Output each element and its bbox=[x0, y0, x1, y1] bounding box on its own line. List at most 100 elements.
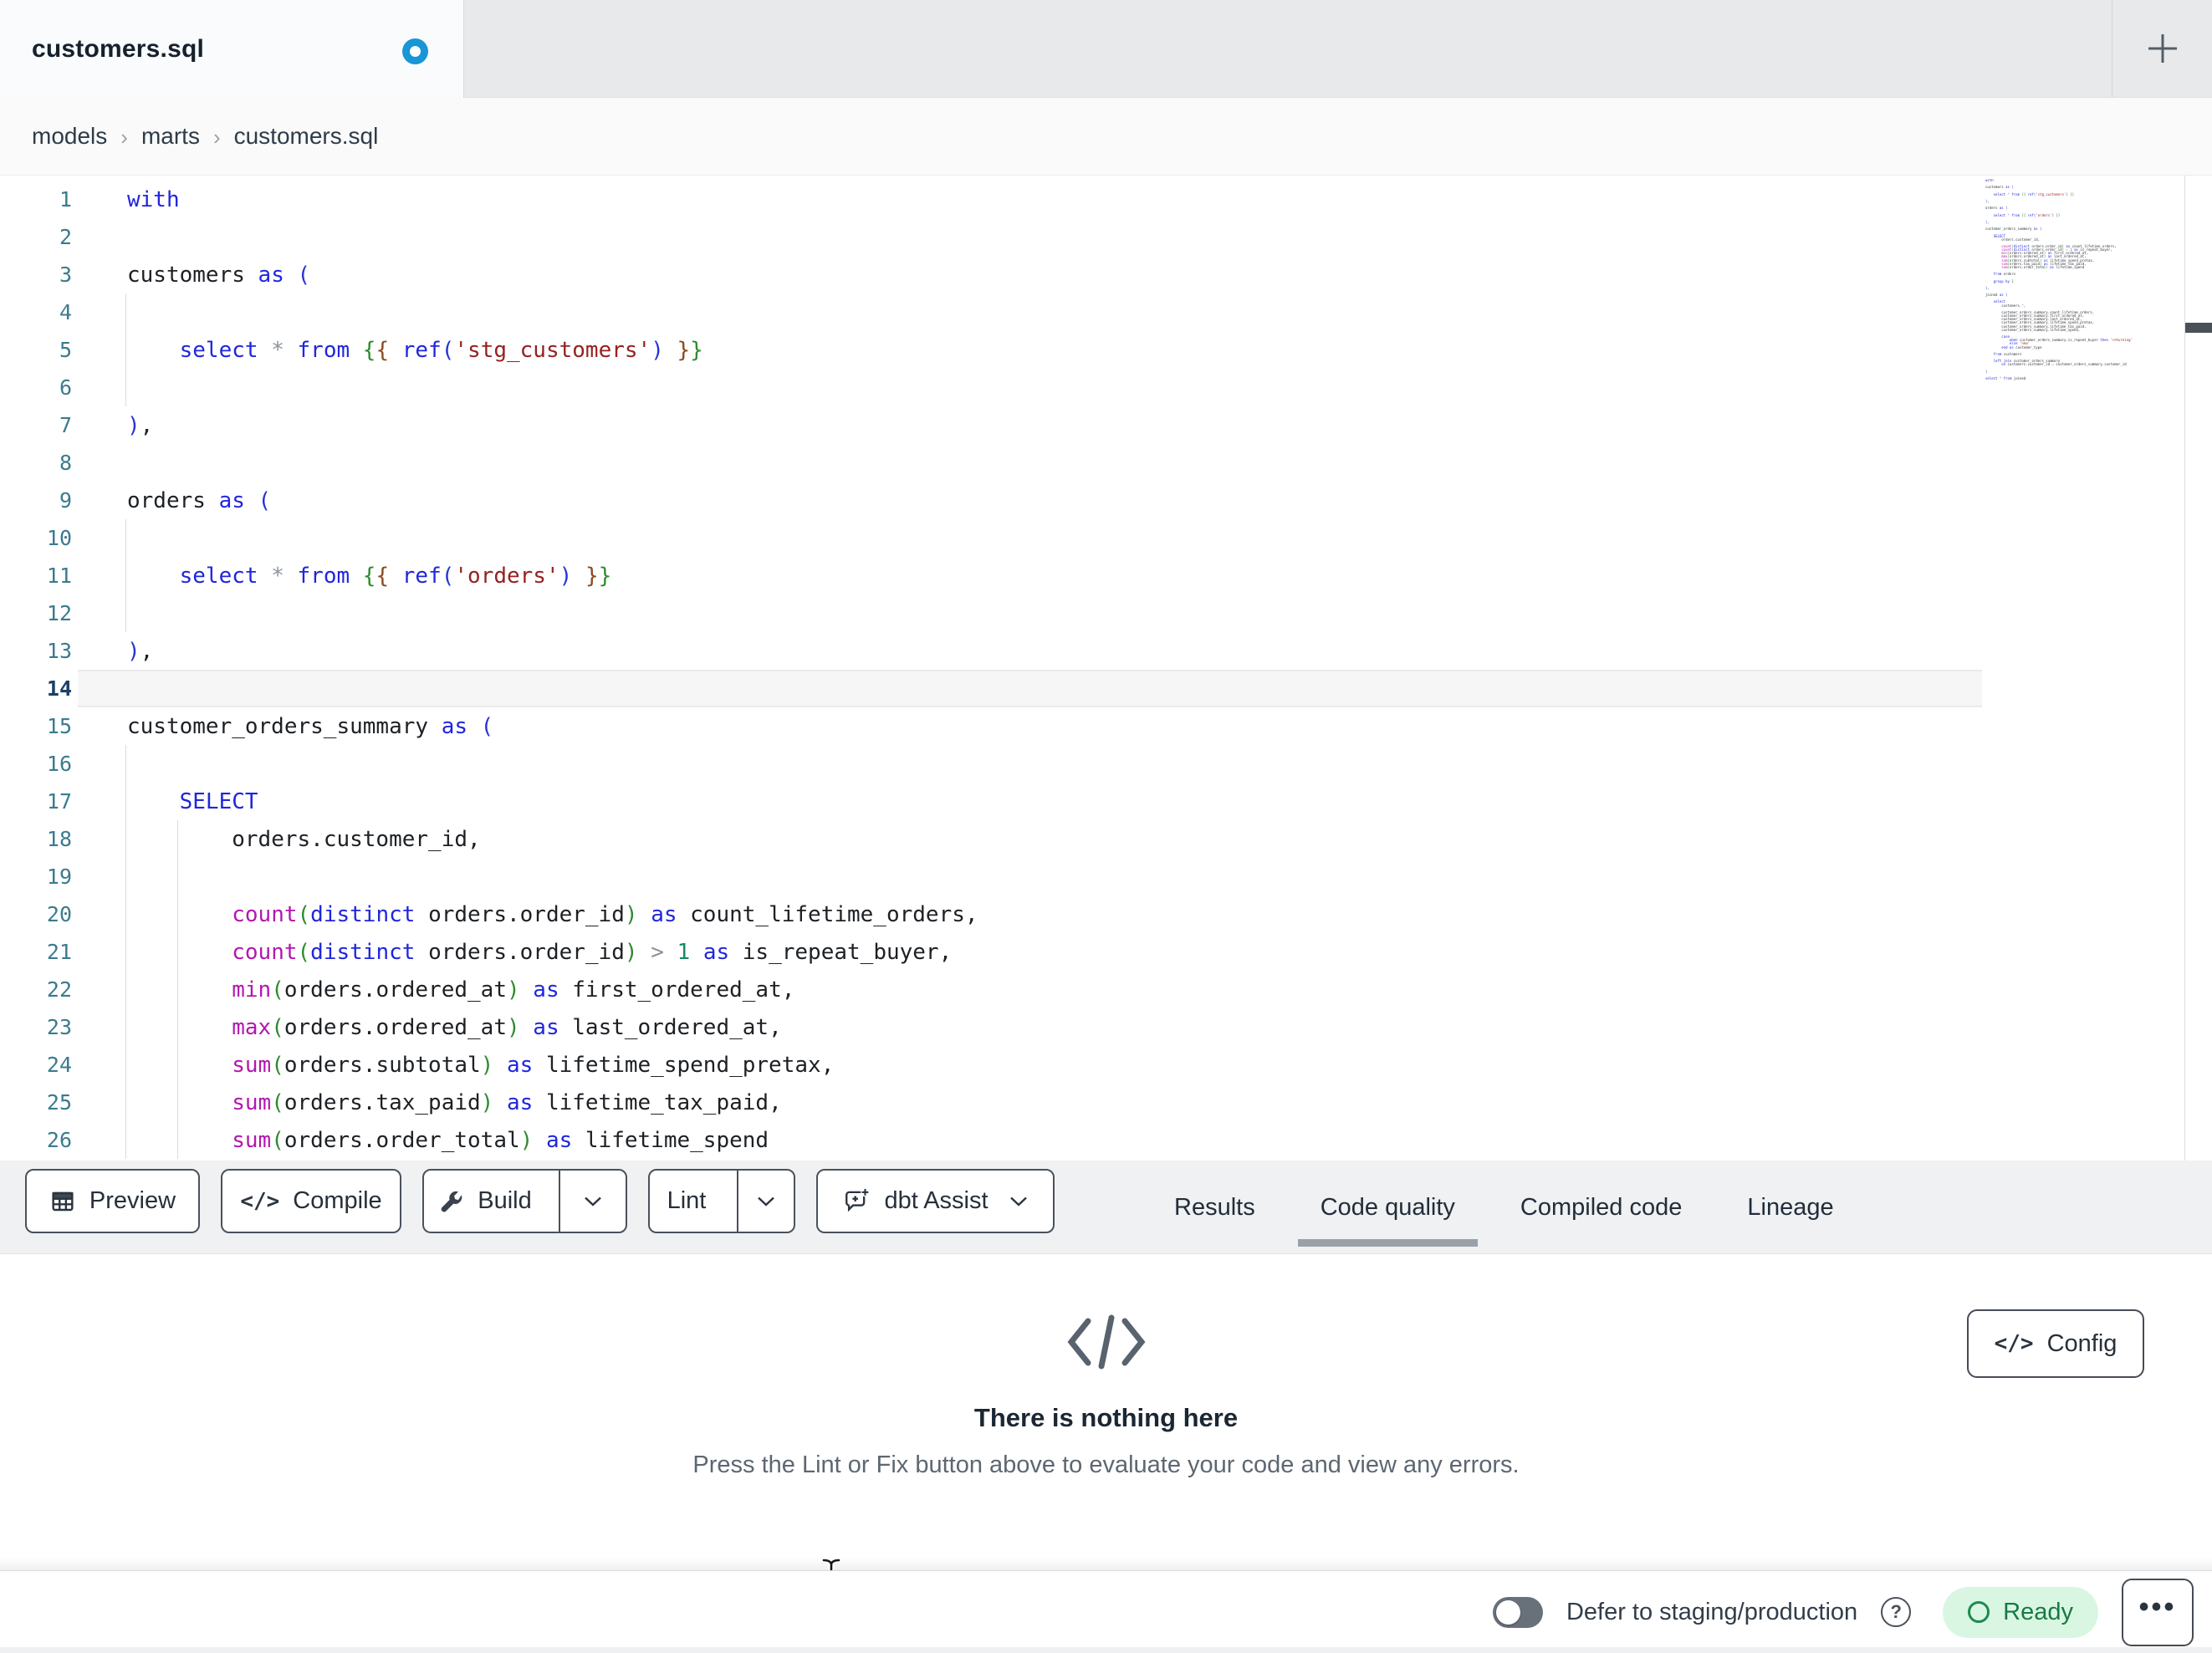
lint-dropdown-button[interactable] bbox=[737, 1171, 794, 1232]
code-line[interactable]: 11 select * from {{ ref('orders') }} bbox=[0, 557, 2184, 594]
line-number: 17 bbox=[46, 789, 72, 814]
code-editor[interactable]: 1 with 2 3 customers as (4 5 select * from {{… bbox=[0, 176, 2184, 1161]
breadcrumb-item-marts[interactable]: marts bbox=[141, 123, 200, 150]
code-line[interactable]: 10 bbox=[0, 519, 2184, 557]
panel-drag-handle[interactable] bbox=[2185, 323, 2212, 333]
code-line[interactable]: 13), bbox=[0, 632, 2184, 670]
dbt-ide-window: customers.sql models › marts › customers… bbox=[0, 0, 2212, 1653]
compile-button[interactable]: </> Compile bbox=[221, 1169, 401, 1233]
build-button-main[interactable]: Build bbox=[424, 1171, 545, 1232]
line-number: 19 bbox=[46, 865, 72, 889]
code-text: count(distinct orders.order_id) > 1 as i… bbox=[232, 939, 953, 965]
breadcrumb-item-file[interactable]: customers.sql bbox=[234, 123, 379, 150]
code-line[interactable]: 18 orders.customer_id, bbox=[0, 820, 2184, 858]
code-line[interactable]: 23 max(orders.ordered_at) as last_ordere… bbox=[0, 1008, 2184, 1046]
lint-button-main[interactable]: Lint bbox=[650, 1171, 723, 1232]
line-number: 21 bbox=[46, 940, 72, 964]
breadcrumb-item-models[interactable]: models bbox=[32, 123, 107, 150]
line-number: 3 bbox=[59, 263, 72, 287]
indent-guide bbox=[125, 519, 126, 557]
wrench-icon bbox=[441, 1191, 462, 1212]
line-number: 15 bbox=[46, 714, 72, 738]
line-number: 14 bbox=[46, 676, 72, 701]
editor-minimap[interactable]: with customers as ( select * from {{ ref… bbox=[1985, 179, 2183, 388]
code-line[interactable]: 6 bbox=[0, 369, 2184, 406]
line-number: 1 bbox=[59, 187, 72, 212]
code-brackets-icon bbox=[1067, 1314, 1145, 1370]
code-line[interactable]: 20 count(distinct orders.order_id) as co… bbox=[0, 895, 2184, 933]
help-icon[interactable]: ? bbox=[1881, 1597, 1912, 1627]
code-quality-panel: </> Config There is nothing here Press t… bbox=[0, 1254, 2212, 1570]
code-line[interactable]: 24 sum(orders.subtotal) as lifetime_spen… bbox=[0, 1046, 2184, 1084]
status-bar: Defer to staging/production ? Ready ••• bbox=[0, 1570, 2212, 1653]
code-line[interactable]: 7), bbox=[0, 406, 2184, 444]
code-line[interactable]: 16 bbox=[0, 745, 2184, 783]
new-tab-button[interactable] bbox=[2129, 15, 2196, 82]
table-icon bbox=[52, 1191, 74, 1211]
code-text: customers as ( bbox=[127, 262, 311, 288]
code-text: with bbox=[127, 186, 180, 212]
assist-chat-sparkle-icon bbox=[845, 1187, 871, 1212]
code-line[interactable]: 19 bbox=[0, 858, 2184, 895]
code-line[interactable]: 12 bbox=[0, 594, 2184, 632]
code-text: max(orders.ordered_at) as last_ordered_a… bbox=[232, 1014, 782, 1040]
ready-circle-icon bbox=[1968, 1601, 1990, 1623]
panel-tab-results[interactable]: Results bbox=[1174, 1194, 1255, 1222]
code-brackets-icon: </> bbox=[240, 1188, 280, 1214]
code-line[interactable]: 21 count(distinct orders.order_id) > 1 a… bbox=[0, 933, 2184, 971]
ellipsis-icon: ••• bbox=[2138, 1591, 2177, 1623]
status-badge-label: Ready bbox=[2003, 1598, 2073, 1625]
code-text: ), bbox=[127, 412, 154, 438]
code-text: sum(orders.tax_paid) as lifetime_tax_pai… bbox=[232, 1089, 782, 1115]
line-number: 22 bbox=[46, 977, 72, 1002]
line-number: 9 bbox=[59, 488, 72, 513]
indent-guide bbox=[125, 369, 126, 406]
code-text: orders as ( bbox=[127, 487, 272, 513]
line-number: 7 bbox=[59, 413, 72, 437]
preview-button[interactable]: Preview bbox=[25, 1169, 200, 1233]
build-button[interactable]: Build bbox=[422, 1169, 627, 1233]
code-line[interactable]: 4 bbox=[0, 293, 2184, 331]
build-dropdown-button[interactable] bbox=[559, 1171, 626, 1232]
code-text: SELECT bbox=[179, 788, 258, 814]
code-text: ), bbox=[127, 638, 154, 664]
code-text: sum(orders.order_total) as lifetime_spen… bbox=[232, 1127, 769, 1153]
overflow-menu-button[interactable]: ••• bbox=[2122, 1578, 2194, 1646]
code-line[interactable]: 1 with bbox=[0, 181, 2184, 218]
line-number: 4 bbox=[59, 300, 72, 324]
line-number: 20 bbox=[46, 902, 72, 926]
line-number: 23 bbox=[46, 1015, 72, 1039]
line-number: 10 bbox=[46, 526, 72, 550]
file-tab-customers-sql[interactable]: customers.sql bbox=[0, 0, 464, 98]
editor-tab-bar: customers.sql bbox=[0, 0, 2212, 98]
code-line[interactable]: 22 min(orders.ordered_at) as first_order… bbox=[0, 971, 2184, 1008]
code-line[interactable]: 15 customer_orders_summary as ( bbox=[0, 707, 2184, 745]
dbt-assist-button[interactable]: dbt Assist bbox=[816, 1169, 1055, 1233]
code-line[interactable]: 3 customers as ( bbox=[0, 256, 2184, 293]
line-number: 11 bbox=[46, 564, 72, 588]
breadcrumb-bar: models › marts › customers.sql Save bbox=[0, 98, 2212, 266]
code-line[interactable]: 14 bbox=[0, 670, 2184, 707]
defer-toggle[interactable] bbox=[1492, 1596, 1543, 1628]
code-line[interactable]: 26 sum(orders.order_total) as lifetime_s… bbox=[0, 1121, 2184, 1159]
empty-state-title: There is nothing here bbox=[973, 1403, 1239, 1432]
plus-icon bbox=[2148, 34, 2177, 63]
code-line[interactable]: 8 bbox=[0, 444, 2184, 482]
line-number: 8 bbox=[59, 451, 72, 475]
panel-tab-code-quality[interactable]: Code quality bbox=[1297, 1194, 1479, 1247]
code-line[interactable]: 5 select * from {{ ref('stg_customers') … bbox=[0, 331, 2184, 369]
code-line[interactable]: 2 bbox=[0, 218, 2184, 256]
indent-guide bbox=[125, 293, 126, 331]
lint-button[interactable]: Lint bbox=[648, 1169, 795, 1233]
code-line[interactable]: 9 orders as ( bbox=[0, 482, 2184, 519]
code-line[interactable]: 25 sum(orders.tax_paid) as lifetime_tax_… bbox=[0, 1084, 2184, 1121]
panel-tab-compiled-code[interactable]: Compiled code bbox=[1520, 1194, 1682, 1222]
line-number: 26 bbox=[46, 1128, 72, 1152]
chevron-right-icon: › bbox=[120, 124, 128, 150]
active-line-highlight bbox=[78, 670, 1982, 707]
chevron-right-icon: › bbox=[212, 124, 221, 150]
line-number: 6 bbox=[59, 375, 72, 400]
panel-tab-lineage[interactable]: Lineage bbox=[1747, 1194, 1833, 1222]
compile-button-label: Compile bbox=[293, 1187, 382, 1214]
code-line[interactable]: 17 SELECT bbox=[0, 783, 2184, 820]
